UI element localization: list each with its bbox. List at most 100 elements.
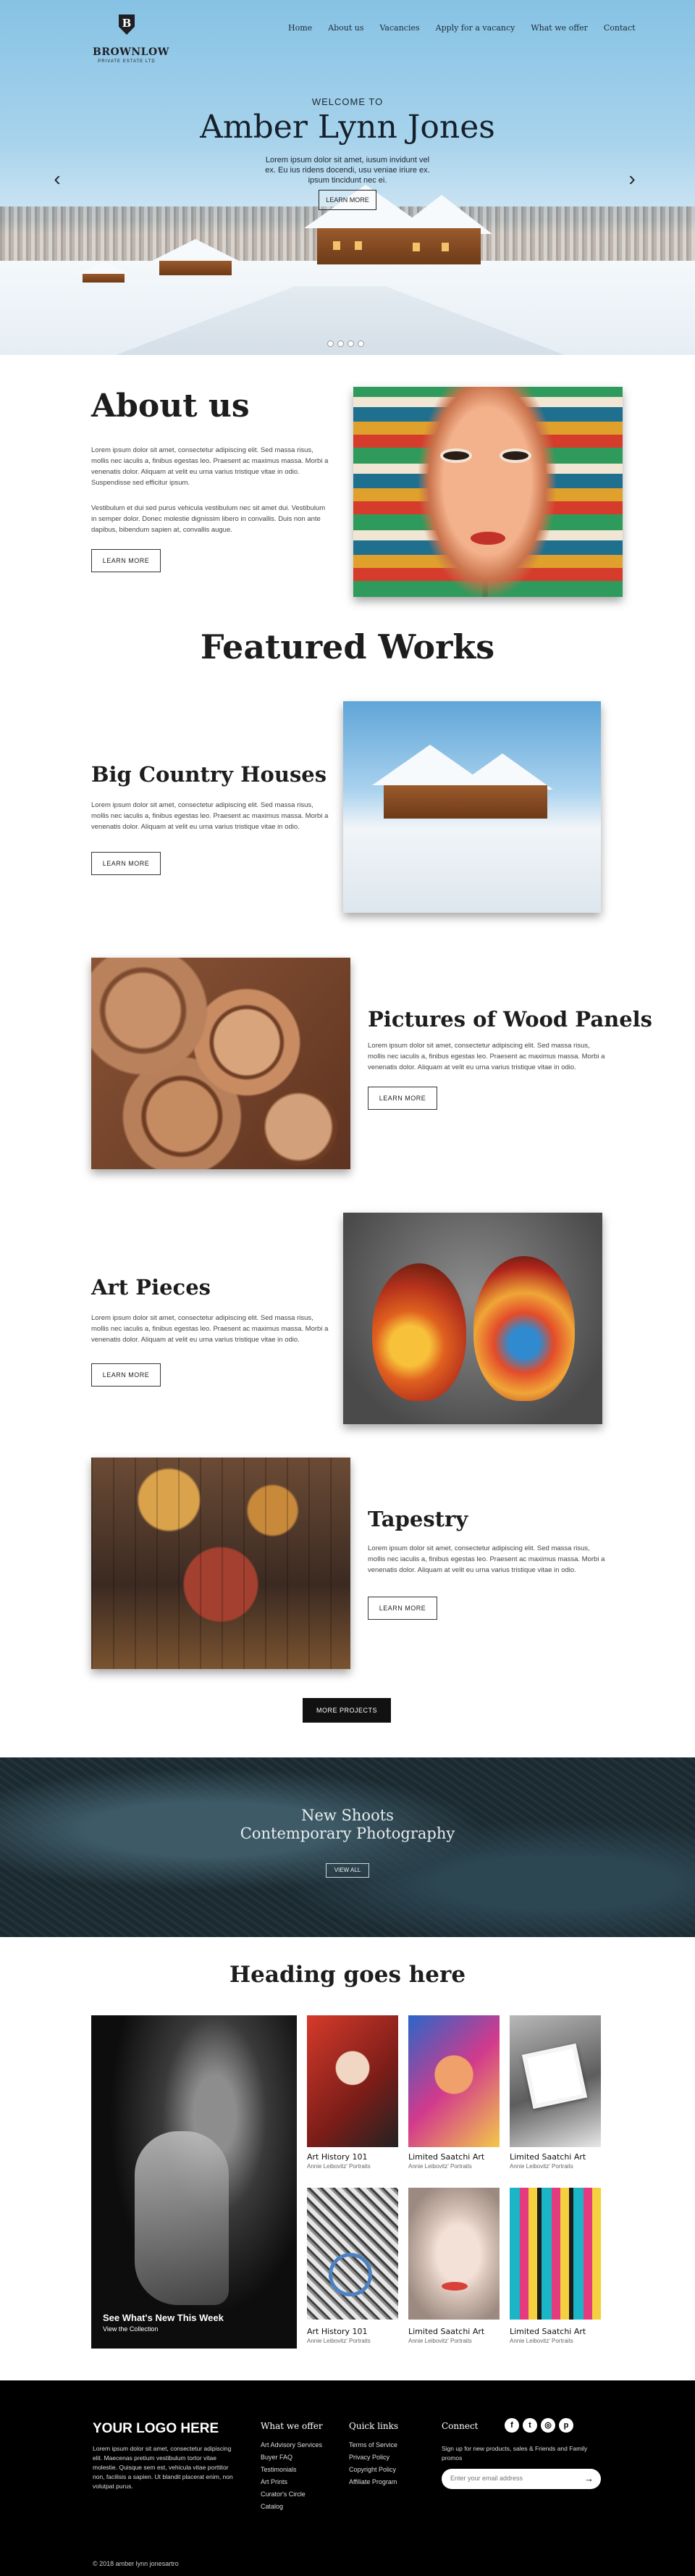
featured-item-title: Tapestry <box>368 1507 468 1531</box>
country-house-image <box>343 701 601 913</box>
gallery-tile-image[interactable] <box>408 2188 500 2320</box>
gallery-tile-subtitle: Annie Leibovitz' Portraits <box>307 2163 371 2170</box>
nav-vacancies[interactable]: Vacancies <box>380 23 420 33</box>
hero-slider: B BROWNLOW PRIVATE ESTATE LTD Home About… <box>0 0 695 355</box>
featured-learn-more-button[interactable]: LEARN MORE <box>368 1087 437 1110</box>
featured-item-text: Lorem ipsum dolor sit amet, consectetur … <box>368 1042 605 1071</box>
gallery-tile-image[interactable] <box>408 2015 500 2147</box>
facebook-icon[interactable]: f <box>505 2418 519 2433</box>
instagram-icon[interactable]: ◎ <box>541 2418 555 2433</box>
logo-crest[interactable]: B <box>109 10 145 43</box>
nav-contact[interactable]: Contact <box>604 23 636 33</box>
featured-learn-more-button[interactable]: LEARN MORE <box>368 1597 437 1620</box>
featured-item-title: Art Pieces <box>91 1275 211 1300</box>
hero-small-house <box>152 239 239 275</box>
about-paragraph-1: Lorem ipsum dolor sit amet, consectetur … <box>91 446 329 487</box>
logo-text[interactable]: BROWNLOW <box>93 46 169 58</box>
hero-text: Lorem ipsum dolor sit amet, iusum invidu… <box>265 156 430 185</box>
footer-link[interactable]: Copyright Policy <box>349 2466 396 2473</box>
hero-title: Amber Lynn Jones <box>200 109 495 146</box>
gallery-tile-subtitle: Annie Leibovitz' Portraits <box>307 2338 371 2344</box>
photography-banner: New Shoots Contemporary Photography VIEW… <box>0 1757 695 1937</box>
featured-item-text: Lorem ipsum dolor sit amet, consectetur … <box>91 801 329 831</box>
hero-hut <box>78 262 129 283</box>
about-title: About us <box>91 388 250 425</box>
chevron-right-icon[interactable]: › <box>623 168 641 193</box>
gallery-tile-title: Limited Saatchi Art <box>408 2327 485 2336</box>
feature-card-title: See What's New This Week <box>103 2312 224 2323</box>
email-field[interactable] <box>450 2475 573 2482</box>
gallery-tile-subtitle: Annie Leibovitz' Portraits <box>408 2163 472 2170</box>
feature-card-link[interactable]: View the Collection <box>103 2325 158 2333</box>
footer-link[interactable]: Art Advisory Services <box>261 2441 322 2449</box>
gallery-tile-title: Limited Saatchi Art <box>408 2152 485 2162</box>
slider-dots <box>327 340 364 347</box>
gallery-title: Heading goes here <box>229 1962 466 1988</box>
footer-link[interactable]: Buyer FAQ <box>261 2454 292 2461</box>
gallery-tile-subtitle: Annie Leibovitz' Portraits <box>510 2338 573 2344</box>
view-all-button[interactable]: VIEW ALL <box>326 1863 369 1878</box>
more-projects-button[interactable]: MORE PROJECTS <box>303 1698 391 1723</box>
hero-learn-more-button[interactable]: LEARN MORE <box>319 190 376 210</box>
footer-link[interactable]: Testimonials <box>261 2466 297 2473</box>
gallery-tile-subtitle: Annie Leibovitz' Portraits <box>510 2163 573 2170</box>
wood-panels-image <box>91 958 350 1169</box>
footer-link[interactable]: Art Prints <box>261 2478 287 2485</box>
featured-item-text: Lorem ipsum dolor sit amet, consectetur … <box>91 1314 329 1344</box>
about-mosaic-image <box>353 387 623 597</box>
featured-learn-more-button[interactable]: LEARN MORE <box>91 1363 161 1387</box>
gallery-tile-image[interactable] <box>510 2188 601 2320</box>
logo-tagline: PRIVATE ESTATE LTD <box>98 59 156 64</box>
nav-apply[interactable]: Apply for a vacancy <box>436 23 515 33</box>
gallery-tile-title: Limited Saatchi Art <box>510 2327 586 2336</box>
featured-item-text: Lorem ipsum dolor sit amet, consectetur … <box>368 1544 605 1574</box>
footer-logo[interactable]: YOUR LOGO HERE <box>93 2421 219 2437</box>
slider-dot[interactable] <box>358 340 364 347</box>
feature-card-image <box>135 2131 229 2305</box>
hero-kicker: WELCOME TO <box>311 96 384 107</box>
chevron-left-icon[interactable]: ‹ <box>48 168 67 193</box>
featured-item-title: Pictures of Wood Panels <box>368 1007 652 1032</box>
gallery-tile-image[interactable] <box>510 2015 601 2147</box>
featured-learn-more-button[interactable]: LEARN MORE <box>91 852 161 875</box>
site-footer: YOUR LOGO HERE Lorem ipsum dolor sit ame… <box>0 2380 695 2576</box>
footer-connect-heading: Connect <box>442 2421 479 2431</box>
footer-link[interactable]: Terms of Service <box>349 2441 397 2449</box>
nav-about-us[interactable]: About us <box>328 23 363 33</box>
gallery-tile-image[interactable] <box>307 2015 398 2147</box>
slider-dot[interactable] <box>327 340 334 347</box>
footer-link[interactable]: Affiliate Program <box>349 2478 397 2485</box>
gallery-tile-subtitle: Annie Leibovitz' Portraits <box>408 2338 472 2344</box>
gallery-tile-title: Art History 101 <box>307 2152 368 2162</box>
nav-home[interactable]: Home <box>288 23 312 33</box>
slider-dot[interactable] <box>337 340 344 347</box>
footer-offer-heading: What we offer <box>261 2421 323 2431</box>
footer-quick-links-heading: Quick links <box>349 2421 399 2431</box>
pinterest-icon[interactable]: p <box>559 2418 573 2433</box>
banner-line-2: Contemporary Photography <box>240 1825 455 1842</box>
tapestry-image <box>91 1458 350 1669</box>
main-nav: Home About us Vacancies Apply for a vaca… <box>288 23 652 33</box>
twitter-icon[interactable]: t <box>523 2418 537 2433</box>
gallery-tile-title: Art History 101 <box>307 2327 368 2336</box>
footer-link[interactable]: Privacy Policy <box>349 2454 389 2461</box>
about-paragraph-2: Vestibulum et dui sed purus vehicula ves… <box>91 504 326 534</box>
copyright: © 2018 amber lynn jonesartro <box>93 2560 179 2567</box>
footer-link[interactable]: Catalog <box>261 2503 283 2510</box>
featured-item-title: Big Country Houses <box>91 762 327 787</box>
banner-title: New Shoots Contemporary Photography <box>0 1807 695 1843</box>
gallery-tile-image[interactable] <box>307 2188 398 2320</box>
newsletter-form: → <box>442 2469 601 2489</box>
gallery-tile-title: Limited Saatchi Art <box>510 2152 586 2162</box>
slider-dot[interactable] <box>348 340 354 347</box>
feature-card[interactable]: See What's New This Week View the Collec… <box>91 2015 297 2349</box>
about-learn-more-button[interactable]: LEARN MORE <box>91 549 161 572</box>
nav-what-we-offer[interactable]: What we offer <box>531 23 588 33</box>
art-pieces-image <box>343 1213 602 1424</box>
arrow-right-icon[interactable]: → <box>584 2473 594 2484</box>
featured-title: Featured Works <box>200 627 495 666</box>
crest-icon: B <box>119 14 135 35</box>
footer-about-text: Lorem ipsum dolor sit amet, consectetur … <box>93 2445 233 2490</box>
footer-signup-text: Sign up for new products, sales & Friend… <box>442 2445 588 2462</box>
footer-link[interactable]: Curator's Circle <box>261 2491 306 2498</box>
